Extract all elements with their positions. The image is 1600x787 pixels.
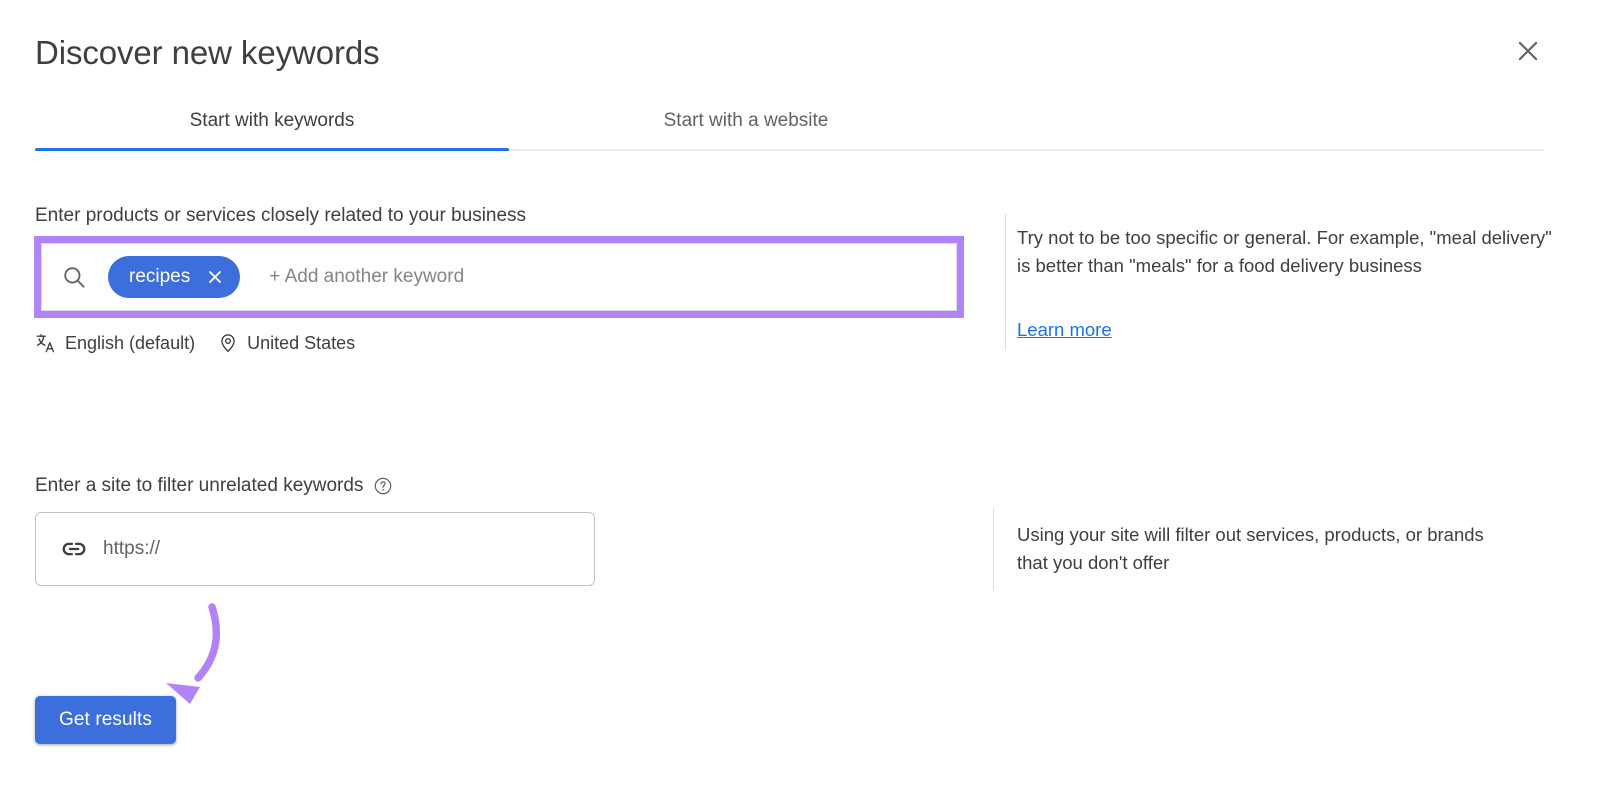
keyword-input[interactable]: recipes + Add another keyword	[41, 243, 957, 311]
site-tip-divider	[993, 508, 994, 590]
location-label: United States	[247, 332, 356, 353]
keyword-chip[interactable]: recipes	[108, 256, 241, 298]
keyword-input-placeholder: + Add another keyword	[269, 266, 465, 287]
tab-start-with-keywords[interactable]: Start with keywords	[35, 90, 509, 151]
help-circle-icon[interactable]	[373, 476, 393, 496]
keyword-chip-remove-icon[interactable]	[204, 266, 226, 288]
language-selector[interactable]: English (default)	[35, 332, 195, 354]
keywords-field-label: Enter products or services closely relat…	[35, 205, 527, 226]
page-title: Discover new keywords	[35, 34, 380, 71]
close-icon	[1513, 36, 1543, 66]
get-results-button[interactable]: Get results	[35, 696, 176, 744]
site-tip-text: Using your site will filter out services…	[1017, 524, 1484, 573]
tab-start-with-a-website[interactable]: Start with a website	[509, 90, 983, 151]
tip-divider	[1005, 214, 1006, 350]
translate-icon	[35, 332, 57, 354]
search-icon	[61, 264, 87, 290]
location-selector[interactable]: United States	[217, 332, 355, 354]
tab-label: Start with keywords	[189, 109, 355, 131]
keyword-chip-label: recipes	[129, 266, 191, 287]
site-url-placeholder: https://	[103, 538, 161, 559]
location-pin-icon	[217, 332, 239, 354]
language-label: English (default)	[65, 332, 196, 353]
keyword-locale-row: English (default) United States	[35, 330, 355, 356]
learn-more-link[interactable]: Learn more	[1017, 317, 1112, 343]
close-dialog-button[interactable]	[1504, 27, 1552, 75]
keywords-tip-text: Try not to be too specific or general. F…	[1017, 227, 1552, 276]
site-field-label-text: Enter a site to filter unrelated keyword…	[35, 475, 364, 496]
tab-label: Start with a website	[663, 109, 829, 131]
site-url-input[interactable]: https://	[35, 512, 595, 586]
active-tab-indicator	[35, 148, 509, 151]
tab-bar: Start with keywords Start with a website	[0, 90, 1600, 152]
site-field-label: Enter a site to filter unrelated keyword…	[35, 473, 393, 499]
link-icon	[60, 535, 88, 563]
